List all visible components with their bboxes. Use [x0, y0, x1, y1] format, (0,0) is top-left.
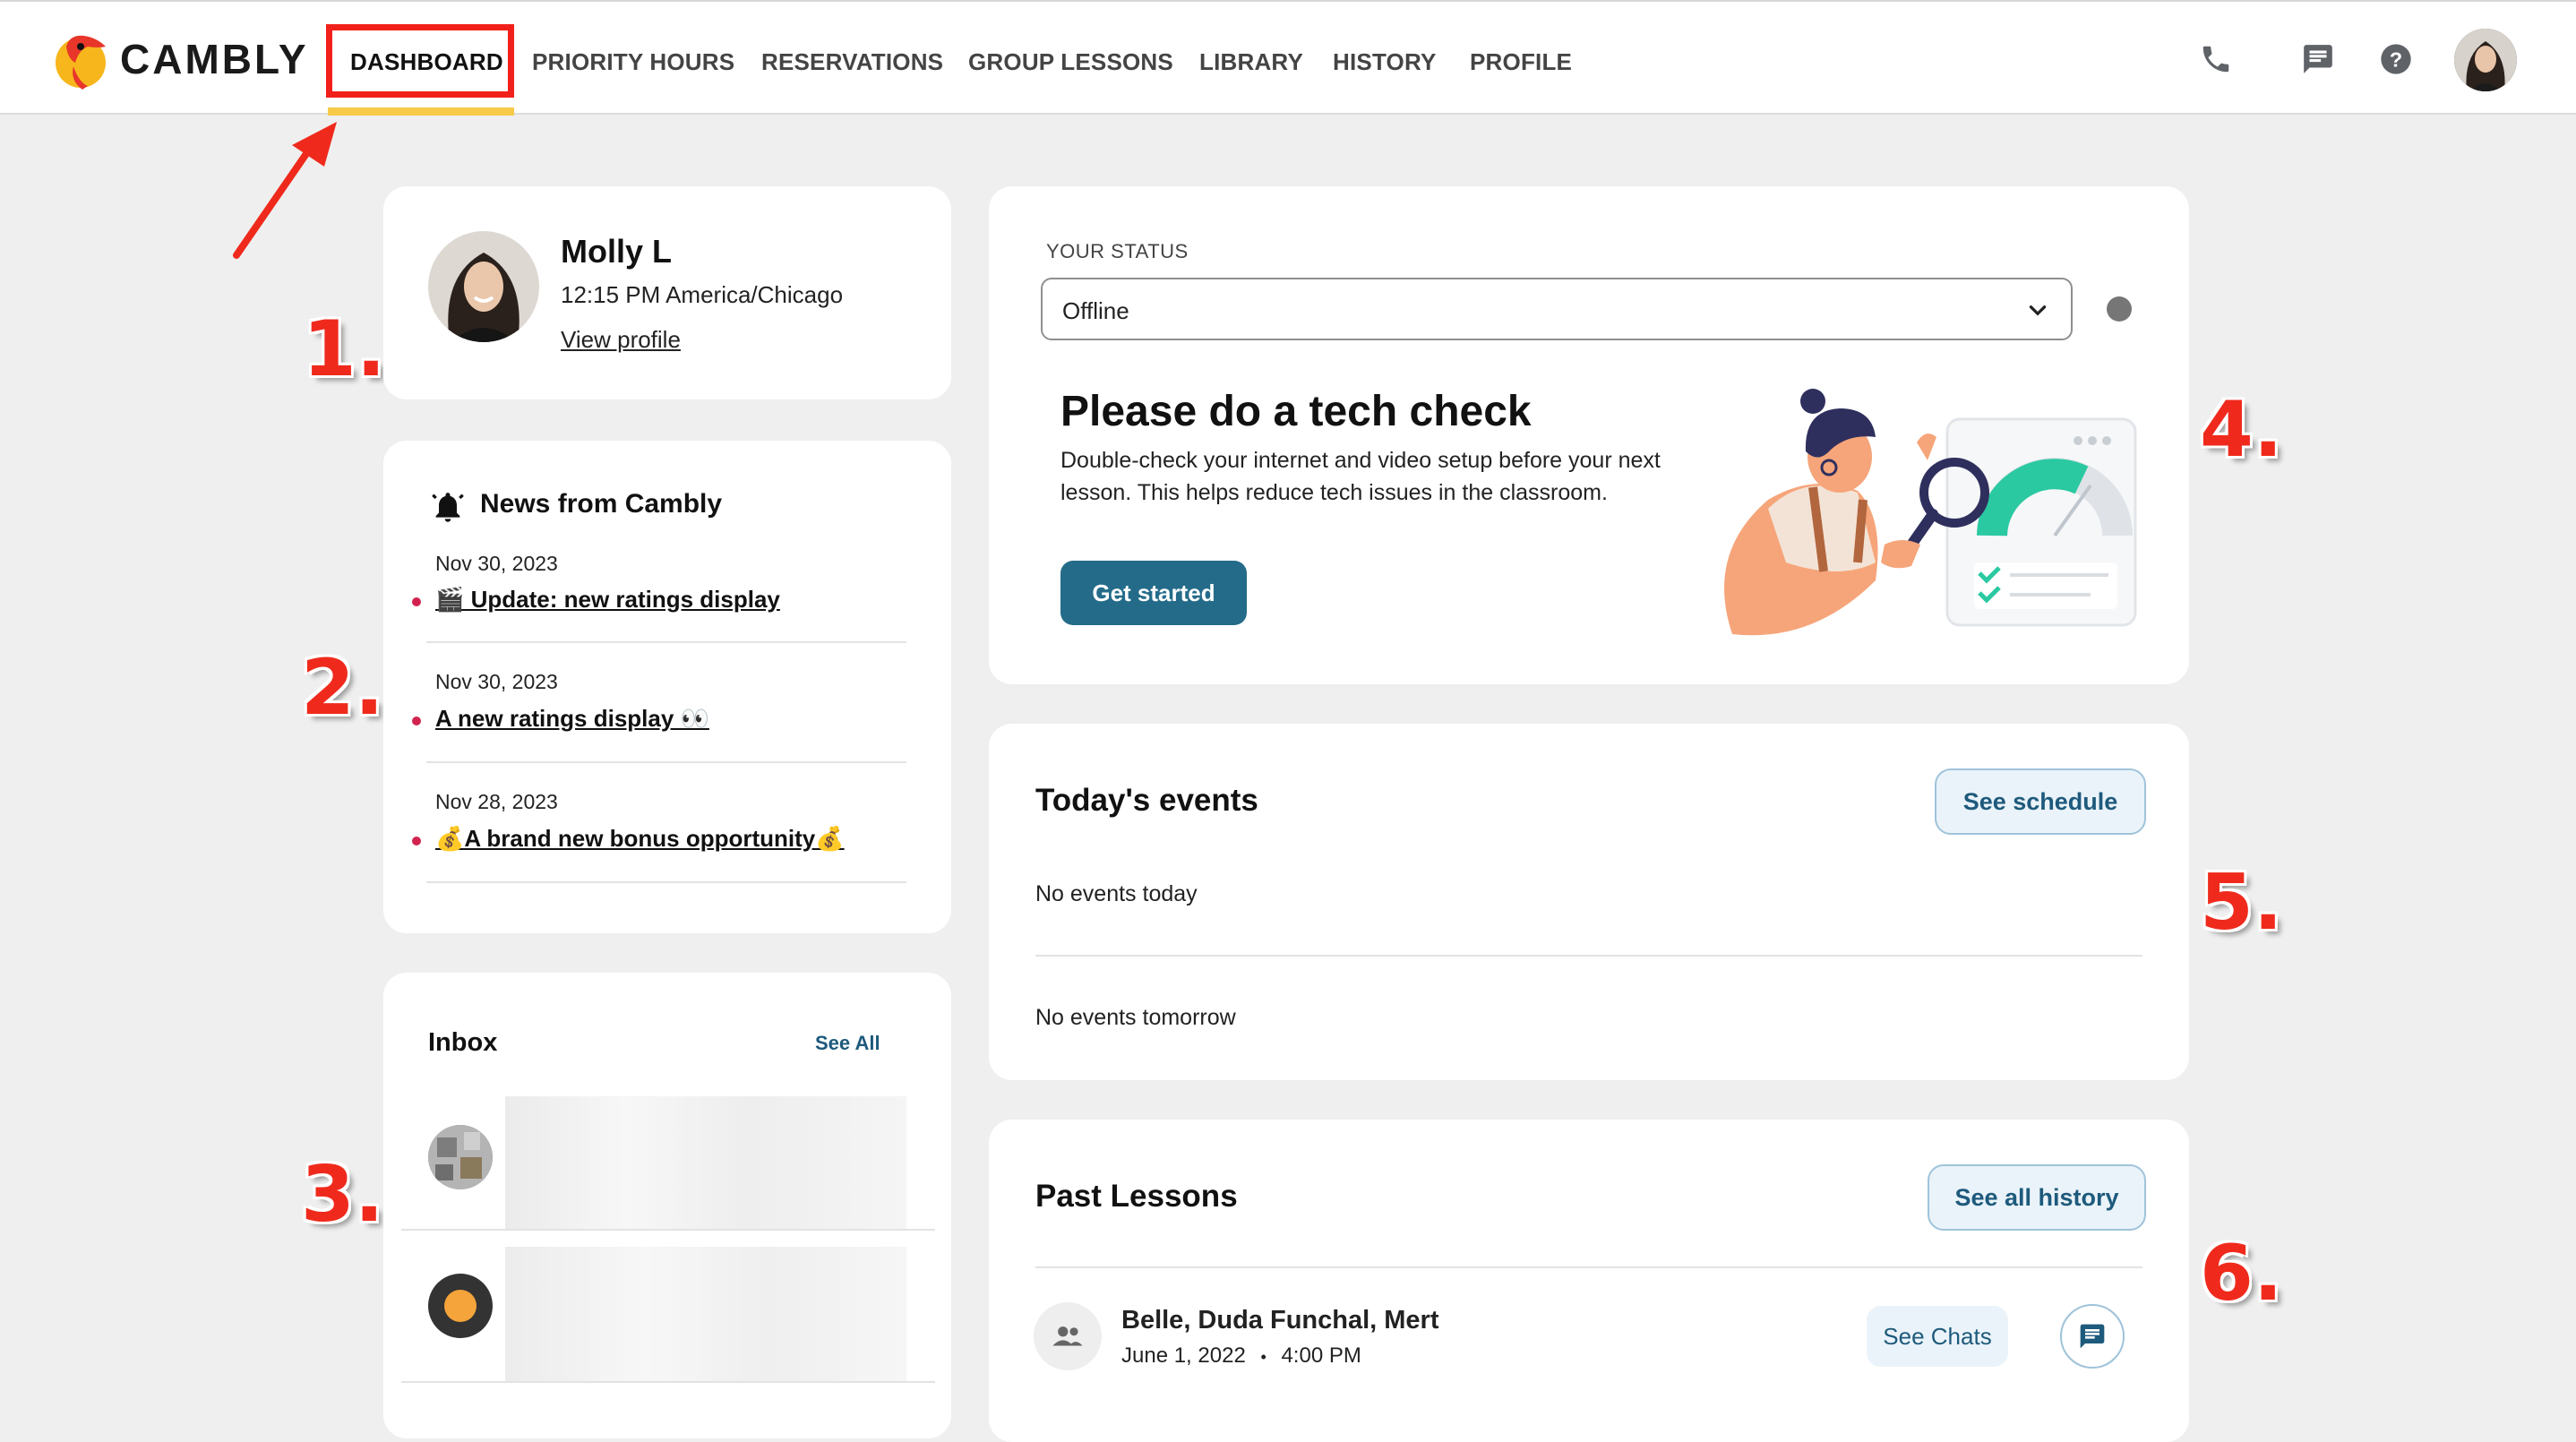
- news-card: News from Cambly Nov 30, 2023 🎬 Update: …: [383, 441, 951, 933]
- events-today-text: No events today: [1035, 881, 1198, 906]
- news-item-link[interactable]: 🎬 Update: new ratings display: [435, 586, 780, 614]
- status-select-value: Offline: [1062, 297, 1129, 324]
- see-chats-label: See Chats: [1883, 1322, 1992, 1350]
- active-tab-underline: [328, 107, 514, 116]
- annotation-number-3: 3.: [301, 1150, 384, 1240]
- chat-icon-button[interactable]: [2060, 1304, 2125, 1369]
- unread-dot: [412, 597, 421, 606]
- chat-icon: [2080, 1324, 2105, 1349]
- brand-name: CAMBLY: [120, 36, 309, 82]
- events-title: Today's events: [1035, 783, 1258, 818]
- events-tomorrow-text: No events tomorrow: [1035, 1005, 1236, 1030]
- events-divider: [1035, 955, 2142, 957]
- news-divider: [426, 761, 906, 763]
- nav-reservations[interactable]: RESERVATIONS: [761, 48, 943, 76]
- see-schedule-button[interactable]: See schedule: [1935, 768, 2146, 835]
- inbox-card: Inbox See All: [383, 973, 951, 1438]
- inbox-see-all-link[interactable]: See All: [815, 1032, 880, 1055]
- get-started-label: Get started: [1092, 579, 1215, 606]
- tech-check-body-line1: Double-check your internet and video set…: [1060, 448, 1661, 473]
- inbox-divider: [401, 1381, 935, 1383]
- news-item-link[interactable]: A new ratings display 👀: [435, 705, 709, 733]
- inbox-divider: [401, 1229, 935, 1231]
- unread-dot: [412, 837, 421, 845]
- inbox-title: Inbox: [428, 1028, 498, 1057]
- see-chats-button[interactable]: See Chats: [1867, 1306, 2008, 1367]
- see-schedule-label: See schedule: [1962, 787, 2118, 815]
- news-item-date: Nov 30, 2023: [435, 552, 558, 575]
- news-title: News from Cambly: [480, 489, 723, 519]
- toucan-logo-icon: [56, 35, 106, 90]
- lesson-time: 4:00 PM: [1281, 1343, 1361, 1368]
- profile-avatar: [428, 231, 539, 342]
- annotation-arrow-icon: [233, 122, 337, 259]
- status-select[interactable]: Offline: [1041, 278, 2073, 340]
- events-card: Today's events See schedule No events to…: [989, 724, 2189, 1080]
- inbox-avatar[interactable]: [428, 1274, 493, 1338]
- user-avatar[interactable]: [2454, 29, 2517, 91]
- annotation-number-5: 5.: [2200, 858, 2283, 948]
- news-divider: [426, 881, 906, 883]
- profile-card: Molly L 12:15 PM America/Chicago View pr…: [383, 186, 951, 399]
- dashboard-highlight-box: [326, 24, 514, 98]
- group-lesson-icon: [1034, 1302, 1102, 1370]
- nav-library[interactable]: LIBRARY: [1199, 48, 1303, 76]
- unread-dot: [412, 717, 421, 725]
- news-item-date: Nov 28, 2023: [435, 790, 558, 813]
- message-icon[interactable]: [2297, 38, 2340, 81]
- annotation-number-1: 1.: [303, 305, 386, 394]
- news-item-date: Nov 30, 2023: [435, 670, 558, 693]
- annotation-number-2: 2.: [301, 643, 384, 733]
- tech-check-illustration-icon: [1724, 389, 2137, 636]
- profile-local-time: 12:15 PM America/Chicago: [561, 281, 844, 308]
- nav-profile[interactable]: PROFILE: [1470, 48, 1572, 76]
- phone-icon[interactable]: [2194, 38, 2237, 81]
- bell-icon: [432, 493, 464, 522]
- chevron-down-icon: [2029, 305, 2047, 316]
- lesson-participants: Belle, Duda Funchal, Mert: [1121, 1306, 1439, 1335]
- tech-check-body-line2: lesson. This helps reduce tech issues in…: [1060, 480, 1608, 505]
- past-lessons-divider: [1035, 1266, 2142, 1268]
- svg-text:?: ?: [2390, 47, 2402, 71]
- status-label: YOUR STATUS: [1046, 240, 1189, 262]
- see-all-history-label: See all history: [1954, 1183, 2119, 1211]
- status-indicator-dot: [2107, 296, 2132, 322]
- help-icon[interactable]: ?: [2374, 38, 2417, 81]
- see-all-history-button[interactable]: See all history: [1928, 1164, 2146, 1231]
- separator-dot-icon: •: [1260, 1348, 1267, 1366]
- view-profile-link[interactable]: View profile: [561, 326, 681, 354]
- inbox-avatar[interactable]: [428, 1125, 493, 1189]
- annotation-number-4: 4.: [2200, 385, 2283, 475]
- tech-check-title: Please do a tech check: [1060, 388, 1532, 435]
- past-lessons-title: Past Lessons: [1035, 1179, 1238, 1214]
- news-item-link[interactable]: 💰A brand new bonus opportunity💰: [435, 825, 845, 853]
- past-lessons-card: Past Lessons See all history Belle, Duda…: [989, 1120, 2189, 1442]
- nav-priority-hours[interactable]: PRIORITY HOURS: [532, 48, 734, 76]
- nav-group-lessons[interactable]: GROUP LESSONS: [968, 48, 1173, 76]
- profile-name: Molly L: [561, 233, 672, 270]
- lesson-date-time: June 1, 2022 • 4:00 PM: [1121, 1343, 1361, 1369]
- lesson-date: June 1, 2022: [1121, 1343, 1246, 1368]
- get-started-button[interactable]: Get started: [1060, 561, 1247, 625]
- annotation-number-6: 6.: [2200, 1229, 2283, 1318]
- status-card: YOUR STATUS Offline Please do a tech che…: [989, 186, 2189, 684]
- news-divider: [426, 641, 906, 643]
- inbox-message-preview-blurred[interactable]: [505, 1096, 906, 1231]
- nav-history[interactable]: HISTORY: [1333, 48, 1437, 76]
- cambly-logo[interactable]: CAMBLY: [52, 25, 309, 93]
- inbox-message-preview-blurred[interactable]: [505, 1247, 906, 1381]
